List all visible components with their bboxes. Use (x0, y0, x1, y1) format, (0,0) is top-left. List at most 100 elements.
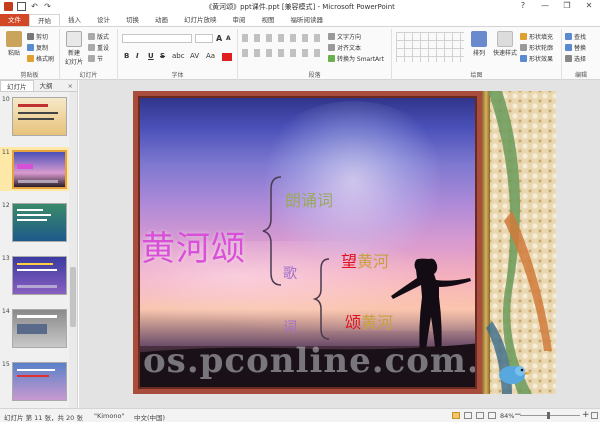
layout-icon (88, 33, 95, 40)
close-button[interactable]: ✕ (578, 0, 600, 12)
copy-button[interactable]: 复制 (27, 43, 48, 52)
section-icon (88, 55, 95, 62)
zoom-slider[interactable] (520, 412, 580, 419)
font-color-icon[interactable] (222, 53, 232, 61)
arrange-icon (471, 31, 487, 47)
tab-outline[interactable]: 大纲 (34, 80, 59, 91)
slide-number: 11 (2, 149, 10, 156)
slide-thumbnail-row[interactable]: 14 (0, 306, 70, 350)
tab-animations[interactable]: 动画 (147, 14, 176, 26)
theme-name-status[interactable]: "Kimono" (94, 412, 124, 420)
slide-thumbnail-row[interactable]: 13 (0, 253, 70, 297)
text-direction-button[interactable]: 文字方向 (328, 32, 361, 41)
new-slide-icon (66, 31, 82, 47)
slide-thumbnail[interactable] (12, 150, 67, 189)
shape-effects-button[interactable]: 形状效果 (520, 54, 553, 63)
text-direction-icon (328, 33, 335, 40)
alignment-buttons-icon[interactable] (242, 49, 322, 57)
language-status[interactable]: 中文(中国) (134, 412, 165, 422)
grow-font-button[interactable]: A (216, 34, 222, 43)
slide-number: 14 (2, 308, 10, 315)
zoom-in-button[interactable]: + (582, 410, 590, 420)
align-text-button[interactable]: 对齐文本 (328, 43, 361, 52)
slide-number: 15 (2, 361, 10, 368)
clipboard-label: 剪贴板 (20, 72, 39, 79)
close-pane-icon[interactable]: × (68, 80, 77, 91)
tab-slideshow[interactable]: 幻灯片放映 (176, 14, 225, 26)
restore-button[interactable]: ❐ (556, 0, 578, 12)
character-spacing-button[interactable]: AV (190, 52, 199, 60)
reset-button[interactable]: 重设 (88, 43, 109, 52)
minimize-button[interactable]: — (534, 0, 556, 12)
replace-button[interactable]: 替换 (565, 43, 586, 52)
font-name-combo[interactable] (122, 34, 192, 43)
strikethrough-button[interactable]: S (160, 52, 165, 60)
select-icon (565, 55, 572, 62)
tab-transitions[interactable]: 切换 (118, 14, 147, 26)
slide-thumbnail-row[interactable]: 10 (0, 94, 70, 138)
zoom-slider-knob[interactable] (547, 412, 550, 419)
shrink-font-button[interactable]: A (226, 35, 231, 42)
tab-slides[interactable]: 幻灯片 (0, 80, 34, 91)
status-bar: 幻灯片 第 11 张，共 20 张 "Kimono" 中文(中国) 84% − … (0, 408, 600, 422)
slide-thumbnail-row-selected[interactable]: 11 (0, 147, 70, 191)
slide-thumbnail[interactable] (12, 362, 67, 401)
tab-view[interactable]: 视图 (254, 14, 283, 26)
fit-to-window-icon[interactable] (591, 412, 598, 419)
shape-outline-button[interactable]: 形状轮廓 (520, 43, 553, 52)
slide-sorter-icon[interactable] (464, 412, 472, 419)
normal-view-icon[interactable] (452, 412, 460, 419)
slides-label: 幻灯片 (79, 72, 98, 79)
underline-button[interactable]: U (148, 52, 154, 60)
fill-icon (520, 33, 527, 40)
quick-styles-button[interactable]: 快速样式 (492, 31, 518, 57)
section-button[interactable]: 节 (88, 54, 103, 63)
thumbnails-scrollbar[interactable] (69, 92, 77, 408)
tab-foxit[interactable]: 福昕阅读器 (283, 14, 332, 26)
shapes-gallery[interactable] (396, 32, 464, 62)
current-slide[interactable]: os.pconline.com.c 黄河颂 朗诵词 歌 词 望黄河 颂黄河 (133, 91, 556, 394)
smartart-button[interactable]: 转换为 SmartArt (328, 54, 384, 63)
window-title: 《黄河颂》ppt课件.ppt [兼容模式] - Microsoft PowerP… (205, 3, 395, 11)
tab-home[interactable]: 开始 (29, 14, 60, 26)
find-icon (565, 33, 572, 40)
shape-fill-button[interactable]: 形状填充 (520, 32, 553, 41)
slide-number: 13 (2, 255, 10, 262)
copy-icon (27, 44, 34, 51)
format-painter-button[interactable]: 格式刷 (27, 54, 54, 63)
tab-file[interactable]: 文件 (0, 14, 29, 26)
change-case-button[interactable]: Aa (206, 52, 215, 60)
scrollbar-thumb[interactable] (70, 267, 76, 327)
italic-button[interactable]: I (136, 52, 139, 60)
reading-view-icon[interactable] (476, 412, 484, 419)
slide-number: 12 (2, 202, 10, 209)
slide-thumbnail[interactable] (12, 309, 67, 348)
paste-button[interactable]: 粘贴 (3, 31, 25, 57)
slide-thumbnail-row[interactable]: 15 (0, 359, 70, 403)
layout-button[interactable]: 版式 (88, 32, 109, 41)
slide-canvas: os.pconline.com.c 黄河颂 朗诵词 歌 词 望黄河 颂黄河 (79, 80, 600, 408)
find-button[interactable]: 查找 (565, 32, 586, 41)
zoom-level[interactable]: 84% (500, 412, 514, 420)
slide-thumbnail[interactable] (12, 97, 67, 136)
pane-tabs: 幻灯片 大纲 × (0, 80, 77, 92)
slides-group: 新建 幻灯片 版式 重设 节 幻灯片 (60, 29, 118, 80)
tab-review[interactable]: 审阅 (225, 14, 254, 26)
select-button[interactable]: 选择 (565, 54, 586, 63)
shadow-button[interactable]: abc (172, 52, 185, 60)
slideshow-icon[interactable] (488, 412, 496, 419)
tab-insert[interactable]: 插入 (60, 14, 89, 26)
slide-thumbnail[interactable] (12, 203, 67, 242)
slide-thumbnail[interactable] (12, 256, 67, 295)
cut-button[interactable]: 剪切 (27, 32, 48, 41)
slide-thumbnail-row[interactable]: 12 (0, 200, 70, 244)
list-buttons-icon[interactable] (242, 34, 322, 42)
editing-label: 编辑 (574, 72, 587, 79)
bold-button[interactable]: B (124, 52, 129, 60)
font-size-combo[interactable] (195, 34, 213, 43)
arrange-button[interactable]: 排列 (468, 31, 490, 57)
paragraph-group: 文字方向 对齐文本 转换为 SmartArt 段落 (238, 29, 392, 80)
tab-design[interactable]: 设计 (89, 14, 118, 26)
new-slide-button[interactable]: 新建 幻灯片 (63, 31, 85, 66)
help-button[interactable]: ? (512, 0, 534, 12)
